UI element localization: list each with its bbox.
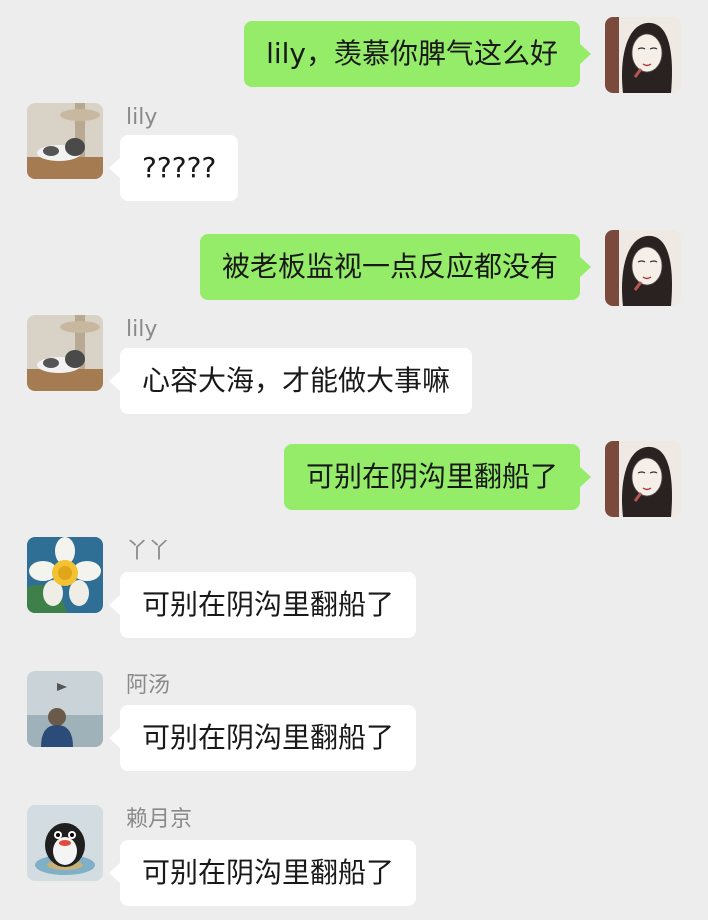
woman-sketch-avatar[interactable] xyxy=(605,230,681,306)
child-by-sea-avatar[interactable] xyxy=(27,671,103,747)
message-bubble-sent[interactable]: lily，羡慕你脾气这么好 xyxy=(244,21,591,87)
daffodil-avatar[interactable] xyxy=(27,537,103,613)
sender-name: 丫丫 xyxy=(126,539,171,564)
message-bubble-received[interactable]: 可别在阴沟里翻船了 xyxy=(108,705,417,771)
message-bubble-received[interactable]: 可别在阴沟里翻船了 xyxy=(108,840,417,906)
cat-avatar[interactable] xyxy=(27,103,103,179)
sender-name: lily xyxy=(126,105,158,130)
message-bubble-received[interactable]: ????? xyxy=(108,135,239,201)
sender-name: 阿汤 xyxy=(126,673,171,698)
sender-name: lily xyxy=(126,317,158,342)
sender-name: 赖月京 xyxy=(126,807,193,832)
message-bubble-sent[interactable]: 被老板监视一点反应都没有 xyxy=(199,234,592,300)
woman-sketch-avatar[interactable] xyxy=(605,441,681,517)
penguin-avatar[interactable] xyxy=(27,805,103,881)
woman-sketch-avatar[interactable] xyxy=(605,17,681,93)
message-bubble-received[interactable]: 可别在阴沟里翻船了 xyxy=(108,572,417,638)
message-bubble-sent[interactable]: 可别在阴沟里翻船了 xyxy=(283,444,592,510)
message-bubble-received[interactable]: 心容大海，才能做大事嘛 xyxy=(108,348,473,414)
cat-avatar[interactable] xyxy=(27,315,103,391)
